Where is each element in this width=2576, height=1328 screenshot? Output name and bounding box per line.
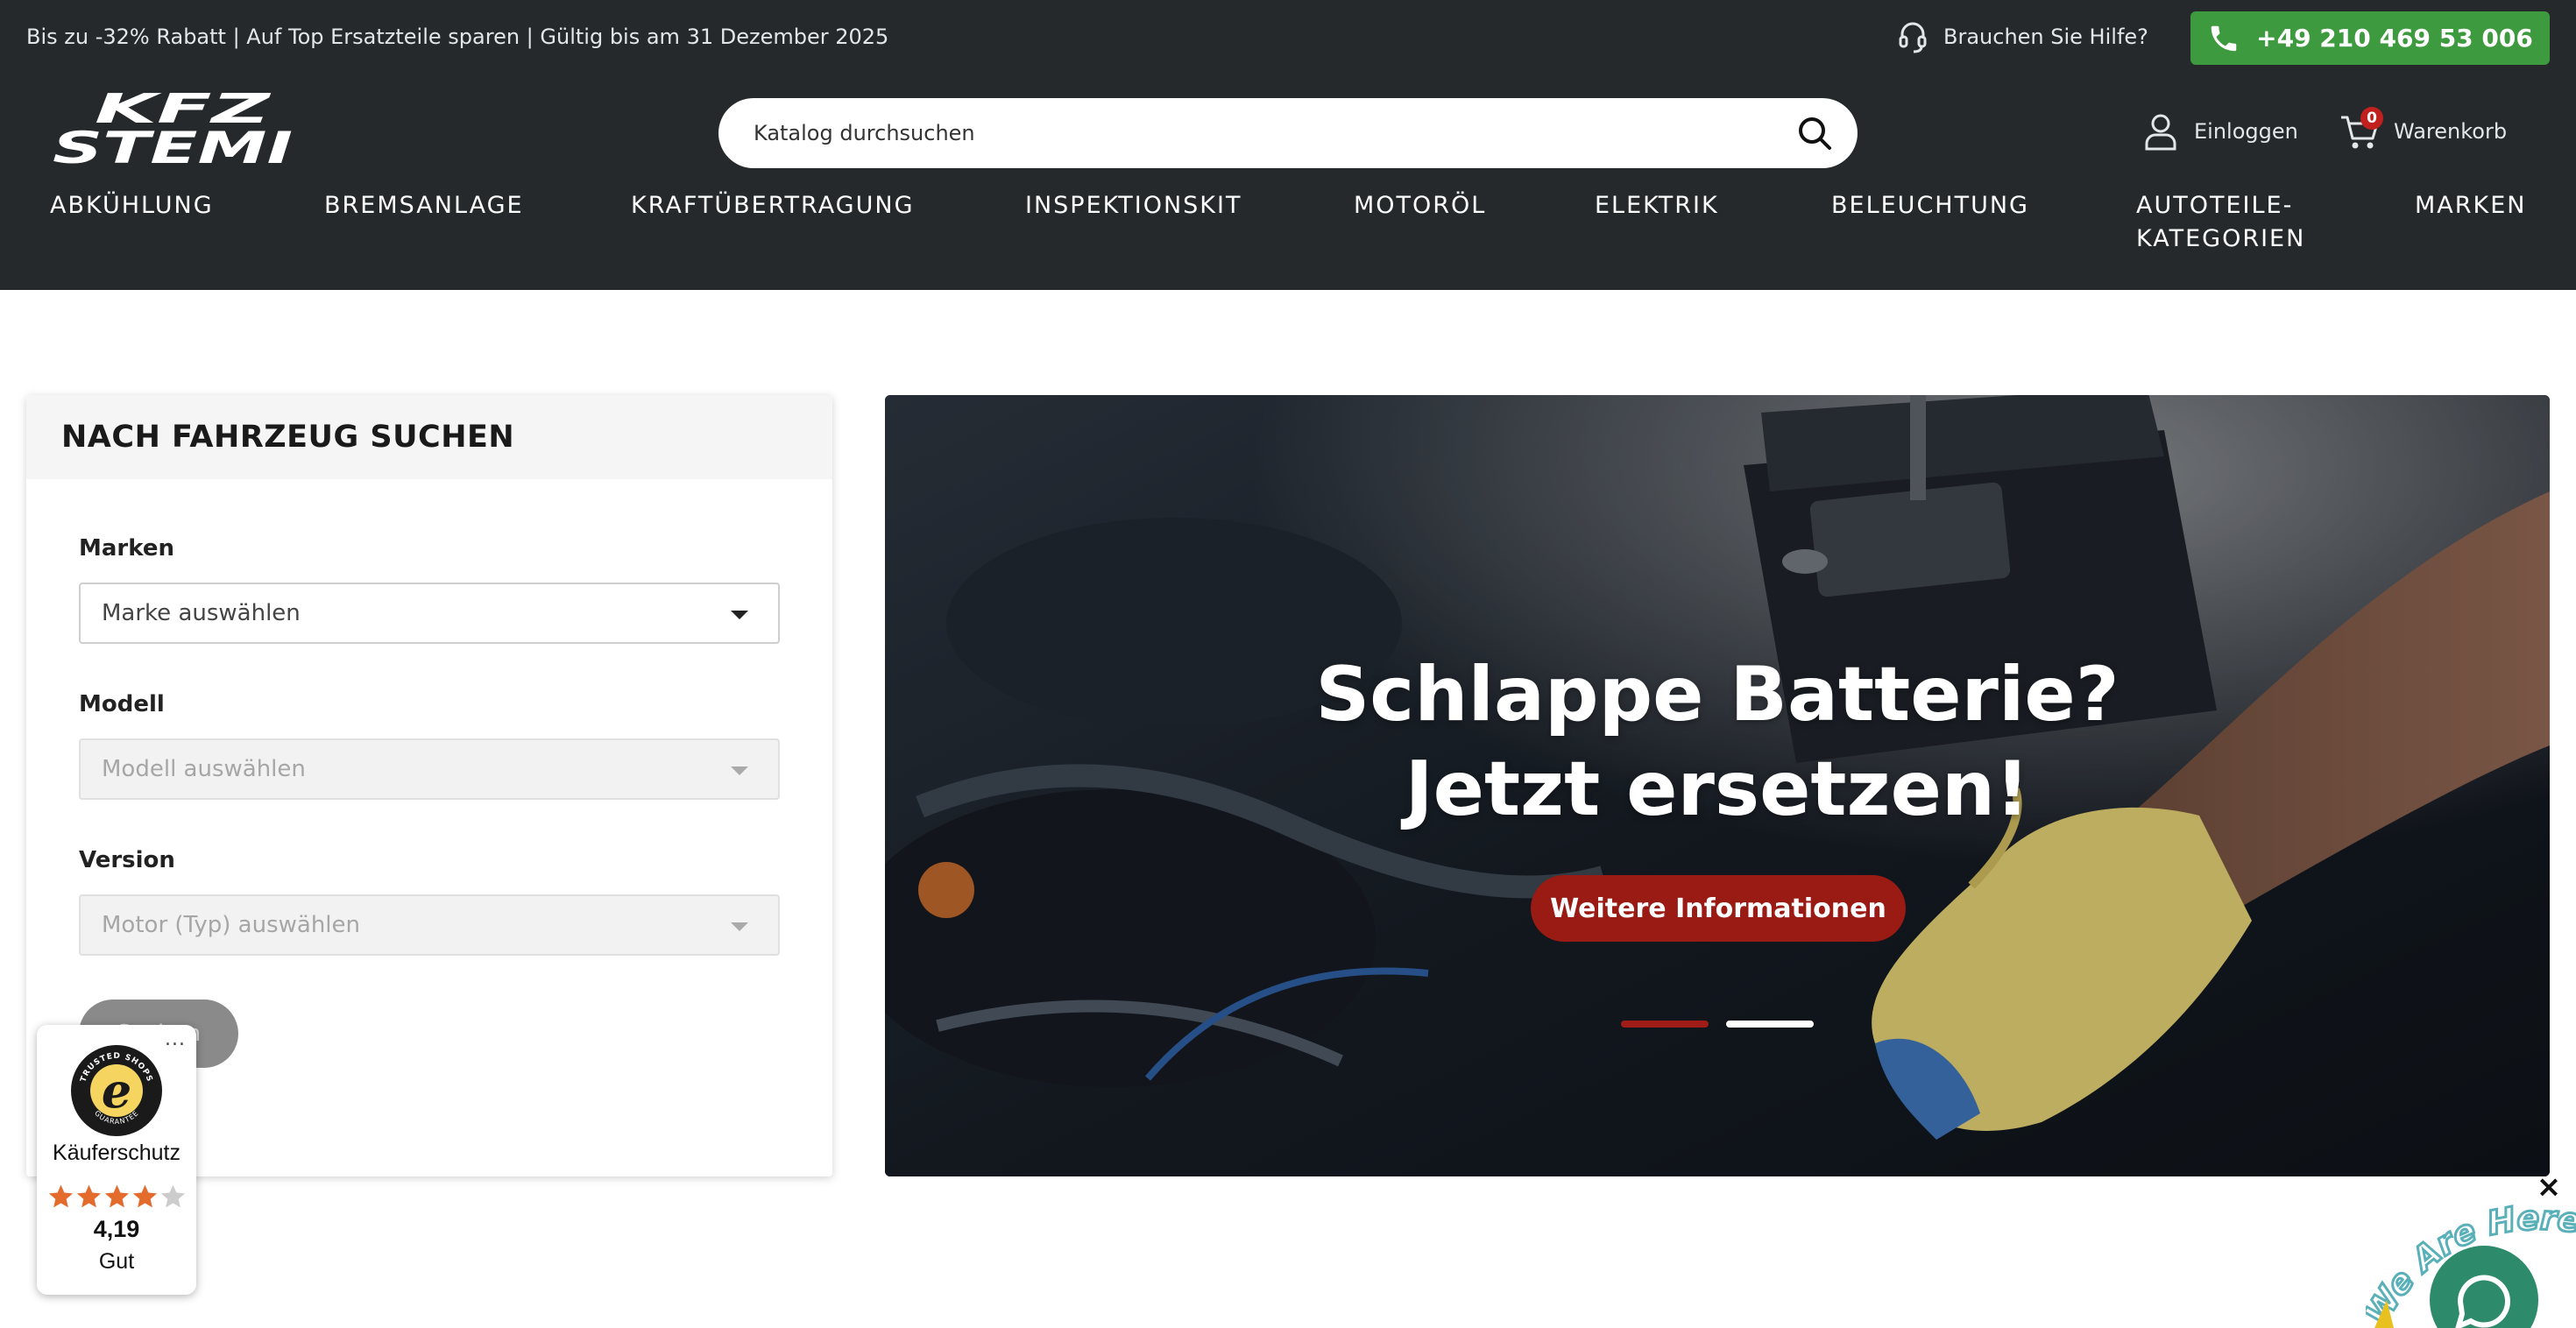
chevron-down-icon [731, 922, 748, 931]
version-select[interactable]: Motor (Typ) auswählen [79, 894, 780, 956]
brand-label: Marken [79, 535, 174, 562]
star-empty-icon [160, 1184, 186, 1208]
rating-grade: Gut [98, 1249, 135, 1274]
brand-select[interactable]: Marke auswählen [79, 583, 780, 644]
search-icon[interactable] [1796, 115, 1833, 152]
nav-item-kraftuebertragung[interactable]: KRAFTÜBERTRAGUNG [631, 189, 915, 223]
rating-score: 4,19 [93, 1216, 140, 1242]
cart-count-badge: 0 [2360, 107, 2383, 130]
phone-icon [2211, 25, 2237, 51]
slider-dot-2[interactable] [1726, 1021, 1814, 1028]
nav-item-bremsanlage[interactable]: BREMSANLAGE [324, 189, 524, 223]
chat-widget[interactable]: We Are Here! [2366, 1197, 2576, 1328]
svg-text:e: e [102, 1063, 131, 1119]
more-options-icon[interactable]: ... [165, 1028, 186, 1050]
rating-stars [47, 1183, 188, 1212]
hero-title-line2: Jetzt ersetzen! [1405, 745, 2030, 833]
slider-dot-1[interactable] [1621, 1021, 1709, 1028]
nav-item-autoteile-kategorien[interactable]: AUTOTEILE- KATEGORIEN [2136, 189, 2305, 256]
headset-icon [1899, 22, 1927, 53]
panel-title: NACH FAHRZEUG SUCHEN [61, 420, 515, 455]
kfz-stemi-logo[interactable]: KFZ STEMI [51, 89, 294, 166]
svg-text:STEMI: STEMI [53, 123, 293, 166]
user-icon [2145, 114, 2176, 151]
cart-link[interactable]: 0 Warenkorb [2339, 107, 2508, 151]
panel-header: NACH FAHRZEUG SUCHEN [26, 395, 832, 479]
star-filled-icon [104, 1184, 130, 1208]
chevron-down-icon [731, 611, 748, 619]
phone-number: +49 210 469 53 006 [2256, 24, 2533, 53]
catalog-search[interactable] [718, 98, 1858, 168]
promo-banner: Bis zu -32% Rabatt | Auf Top Ersatzteile… [26, 25, 889, 49]
version-select-value: Motor (Typ) auswählen [102, 912, 361, 938]
buyer-protection-label: Käuferschutz [53, 1141, 180, 1165]
star-filled-icon [48, 1184, 74, 1208]
cart-icon-wrap: 0 [2339, 107, 2383, 151]
nav-item-motoroel[interactable]: MOTORÖL [1354, 189, 1486, 223]
phone-button[interactable]: +49 210 469 53 006 [2190, 11, 2550, 65]
nav-item-marken[interactable]: MARKEN [2415, 189, 2527, 223]
nav-item-elektrik[interactable]: ELEKTRIK [1595, 189, 1719, 223]
hero-title-line1: Schlappe Batterie? [1315, 651, 2120, 738]
site-header: Bis zu -32% Rabatt | Auf Top Ersatzteile… [0, 0, 2576, 290]
help-label: Brauchen Sie Hilfe? [1943, 25, 2148, 49]
cart-label: Warenkorb [2394, 119, 2508, 144]
brand-select-value: Marke auswählen [102, 600, 301, 626]
login-label: Einloggen [2194, 119, 2298, 144]
star-filled-icon [76, 1184, 102, 1208]
trusted-shops-seal-icon: e TRUSTED SHOPS GUARANTEE [71, 1045, 162, 1136]
version-label: Version [79, 847, 175, 873]
login-link[interactable]: Einloggen [2143, 112, 2298, 151]
hero-title: Schlappe Batterie? Jetzt ersetzen! [885, 647, 2550, 837]
nav-item-beleuchtung[interactable]: BELEUCHTUNG [1831, 189, 2029, 223]
model-label: Modell [79, 691, 165, 717]
trusted-shops-badge[interactable]: ... e TRUSTED SHOPS GUARANTEE Käuferschu… [37, 1025, 196, 1295]
hero-more-info-button[interactable]: Weitere Informationen [1531, 875, 1906, 942]
help-link[interactable]: Brauchen Sie Hilfe? [1898, 19, 2148, 54]
chevron-down-icon [731, 766, 748, 775]
model-select[interactable]: Modell auswählen [79, 738, 780, 800]
star-filled-icon [132, 1184, 158, 1208]
main-navigation: ABKÜHLUNG BREMSANLAGE KRAFTÜBERTRAGUNG I… [0, 189, 2576, 268]
hero-slider[interactable]: Schlappe Batterie? Jetzt ersetzen! Weite… [885, 395, 2550, 1176]
model-select-value: Modell auswählen [102, 756, 306, 782]
nav-item-inspektionskit[interactable]: INSPEKTIONSKIT [1025, 189, 1242, 223]
nav-item-abkuehlung[interactable]: ABKÜHLUNG [50, 189, 214, 223]
search-input[interactable] [754, 121, 1761, 145]
